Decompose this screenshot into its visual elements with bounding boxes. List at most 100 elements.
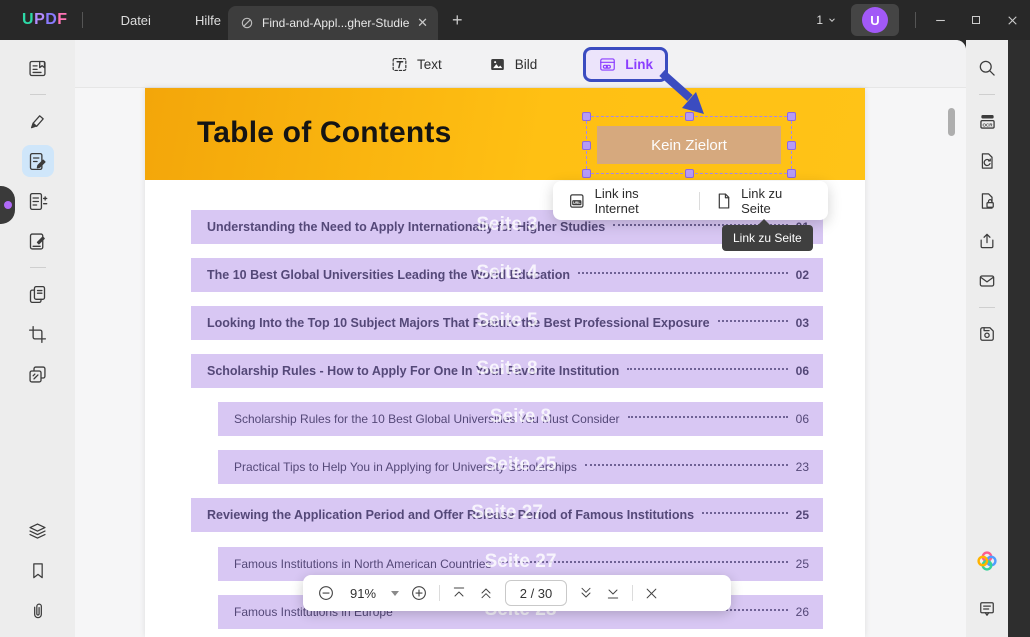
link-ins-internet-option[interactable]: URL Link ins Internet bbox=[553, 186, 699, 216]
link-tool-label: Link bbox=[625, 57, 653, 72]
image-tool-button[interactable]: Bild bbox=[488, 55, 538, 74]
resize-handle[interactable] bbox=[582, 141, 591, 150]
dot-leader bbox=[627, 368, 787, 370]
edit-pdf-button[interactable] bbox=[22, 145, 54, 177]
crop-icon bbox=[27, 324, 48, 345]
document-tab[interactable]: Find-and-Appl...gher-Studies* ✕ bbox=[228, 6, 438, 40]
feedback-button[interactable] bbox=[966, 592, 1008, 626]
toc-entry[interactable]: Scholarship Rules - How to Apply For One… bbox=[191, 354, 823, 388]
protect-button[interactable] bbox=[966, 184, 1008, 218]
tab-close-icon[interactable]: ✕ bbox=[417, 15, 428, 31]
feedback-icon bbox=[977, 599, 997, 619]
divider bbox=[979, 94, 995, 95]
toc-entry[interactable]: Scholarship Rules for the 10 Best Global… bbox=[218, 402, 823, 436]
divider bbox=[439, 585, 440, 601]
view-only-icon bbox=[240, 16, 254, 30]
window-count-dropdown[interactable]: 1 bbox=[816, 13, 837, 27]
save-icon bbox=[977, 324, 997, 344]
toc-entry-page: 25 bbox=[796, 557, 809, 571]
zoom-level: 91% bbox=[346, 586, 380, 601]
account-button[interactable]: U bbox=[851, 4, 899, 36]
new-tab-button[interactable]: + bbox=[452, 10, 463, 30]
link-target-area[interactable]: Kein Zielort bbox=[597, 126, 781, 164]
resize-handle[interactable] bbox=[582, 112, 591, 121]
page-tools-button[interactable] bbox=[22, 278, 54, 310]
image-tool-label: Bild bbox=[515, 57, 538, 72]
link-zu-seite-option[interactable]: Link zu Seite bbox=[700, 186, 829, 216]
updf-logo: UPDF bbox=[22, 11, 68, 29]
resize-handle[interactable] bbox=[787, 169, 796, 178]
toc-entry[interactable]: Looking Into the Top 10 Subject Majors T… bbox=[191, 306, 823, 340]
search-button[interactable] bbox=[966, 51, 1008, 85]
minimize-button[interactable] bbox=[922, 0, 958, 40]
toc-entry[interactable]: Reviewing the Application Period and Off… bbox=[191, 498, 823, 532]
zoom-out-button[interactable] bbox=[317, 584, 335, 602]
bookmark-icon bbox=[28, 561, 48, 581]
save-button[interactable] bbox=[966, 317, 1008, 351]
batch-tools-button[interactable] bbox=[22, 358, 54, 390]
dot-leader bbox=[578, 272, 788, 274]
previous-pages-button[interactable] bbox=[478, 585, 494, 601]
dot-leader bbox=[628, 416, 788, 418]
text-tool-icon bbox=[390, 55, 409, 74]
resize-handle[interactable] bbox=[685, 169, 694, 178]
ocr-icon: OCR bbox=[977, 111, 998, 132]
bookmarks-button[interactable] bbox=[22, 555, 54, 587]
menu-datei[interactable]: Datei bbox=[99, 0, 173, 40]
logo-letter: P bbox=[34, 11, 45, 28]
next-pages-button[interactable] bbox=[578, 585, 594, 601]
resize-handle[interactable] bbox=[787, 141, 796, 150]
pages-copy-icon bbox=[27, 284, 48, 305]
last-page-button[interactable] bbox=[605, 585, 621, 601]
email-button[interactable] bbox=[966, 264, 1008, 298]
edit-page-icon bbox=[27, 151, 48, 172]
ocr-label: OCR bbox=[982, 122, 993, 127]
vertical-scrollbar[interactable] bbox=[948, 108, 955, 136]
layers-icon bbox=[27, 521, 48, 542]
toc-entry-text: The 10 Best Global Universities Leading … bbox=[207, 268, 570, 282]
ocr-button[interactable]: OCR bbox=[966, 104, 1008, 138]
first-page-button[interactable] bbox=[451, 585, 467, 601]
organize-pages-icon bbox=[27, 191, 48, 212]
divider bbox=[915, 12, 916, 28]
dot-leader bbox=[585, 464, 788, 466]
pdf-page: Table of Contents Kein Zielort Understan… bbox=[145, 88, 865, 637]
tab-title: Find-and-Appl...gher-Studies* bbox=[262, 16, 409, 30]
share-icon bbox=[977, 231, 997, 251]
stacked-pages-icon bbox=[27, 364, 48, 385]
convert-button[interactable] bbox=[966, 144, 1008, 178]
close-window-button[interactable] bbox=[994, 0, 1030, 40]
close-zoombar-button[interactable] bbox=[644, 586, 659, 601]
image-tool-icon bbox=[488, 55, 507, 74]
logo-letter: D bbox=[45, 11, 57, 28]
text-tool-button[interactable]: Text bbox=[390, 55, 442, 74]
divider bbox=[30, 94, 46, 95]
toc-entry[interactable]: The 10 Best Global Universities Leading … bbox=[191, 258, 823, 292]
fill-sign-button[interactable] bbox=[22, 225, 54, 257]
highlighter-icon bbox=[27, 111, 48, 132]
link-type-menu: URL Link ins Internet Link zu Seite bbox=[553, 181, 828, 220]
zoom-in-button[interactable] bbox=[410, 584, 428, 602]
lock-file-icon bbox=[977, 191, 997, 211]
link-tool-icon bbox=[598, 55, 617, 74]
attachments-button[interactable] bbox=[22, 595, 54, 627]
title-bar: UPDF Datei Hilfe Find-and-Appl...gher-St… bbox=[0, 0, 1030, 40]
resize-handle[interactable] bbox=[582, 169, 591, 178]
avatar: U bbox=[862, 7, 888, 33]
toc-entry[interactable]: Practical Tips to Help You in Applying f… bbox=[218, 450, 823, 484]
tooltip-caret bbox=[758, 219, 770, 225]
layers-button[interactable] bbox=[22, 515, 54, 547]
divider bbox=[632, 585, 633, 601]
ai-assistant-button[interactable] bbox=[966, 544, 1008, 578]
reader-mode-button[interactable] bbox=[22, 52, 54, 84]
maximize-button[interactable] bbox=[958, 0, 994, 40]
toc-entry-text: Understanding the Need to Apply Internat… bbox=[207, 220, 605, 234]
organize-pages-button[interactable] bbox=[22, 185, 54, 217]
toc-entry-page: 23 bbox=[796, 460, 809, 474]
resize-handle[interactable] bbox=[787, 112, 796, 121]
comment-tool-button[interactable] bbox=[22, 105, 54, 137]
crop-button[interactable] bbox=[22, 318, 54, 350]
zoom-dropdown-icon[interactable] bbox=[391, 591, 399, 596]
page-number-input[interactable] bbox=[505, 580, 567, 606]
share-button[interactable] bbox=[966, 224, 1008, 258]
